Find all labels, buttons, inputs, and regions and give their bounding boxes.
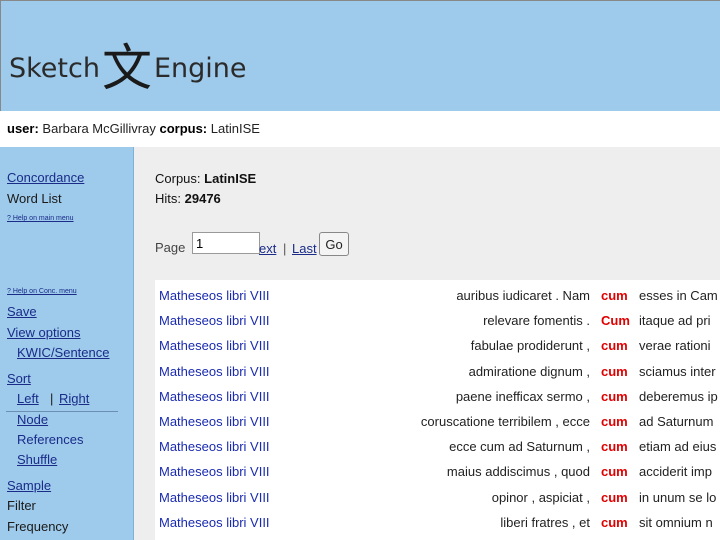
- doc-link[interactable]: Matheseos libri VIII: [159, 288, 270, 303]
- doc-link[interactable]: Matheseos libri VIII: [159, 338, 270, 353]
- kwic-keyword[interactable]: cum: [601, 439, 628, 454]
- sidebar: Concordance Word List ? Help on main men…: [0, 147, 134, 540]
- table-row: Matheseos libri VIII opinor , aspiciat , c…: [155, 482, 720, 507]
- concordance-table: Matheseos libri VIII auribus iudicaret . …: [155, 280, 720, 540]
- sort-separator: |: [50, 391, 54, 406]
- page-number-input[interactable]: [192, 232, 260, 254]
- user-label: user:: [7, 121, 39, 136]
- left-context: opinor , aspiciat ,: [491, 489, 590, 505]
- left-context: relevare fomentis .: [483, 313, 590, 329]
- kwic-keyword[interactable]: cum: [601, 414, 628, 429]
- sidebar-item-references[interactable]: References: [17, 432, 83, 447]
- left-context: fabulae prodiderunt ,: [470, 338, 590, 354]
- doc-link[interactable]: Matheseos libri VIII: [159, 414, 270, 429]
- table-row: Matheseos libri VIII fabulae prodiderunt …: [155, 330, 720, 355]
- sidebar-item-shuffle[interactable]: Shuffle: [17, 452, 57, 467]
- doc-link[interactable]: Matheseos libri VIII: [159, 515, 270, 530]
- kwic-keyword[interactable]: cum: [601, 288, 628, 303]
- page-label: Page: [155, 240, 186, 255]
- table-row: Matheseos libri VIII paene inefficax serm…: [155, 381, 720, 406]
- kwic-keyword[interactable]: cum: [601, 364, 628, 379]
- corpus-info-value: LatinISE: [204, 171, 257, 186]
- right-context: in unum se lo: [639, 489, 717, 505]
- left-context: paene inefficax sermo ,: [455, 388, 590, 404]
- table-row: Matheseos libri VIII ecce cum ad Saturnum…: [155, 431, 720, 456]
- user-name: Barbara McGillivray: [42, 121, 156, 136]
- sidebar-item-word-list[interactable]: Word List: [7, 191, 62, 206]
- doc-link[interactable]: Matheseos libri VIII: [159, 313, 270, 328]
- kwic-keyword[interactable]: cum: [601, 515, 628, 530]
- right-context: acciderit imp: [639, 464, 712, 480]
- right-context: etiam ad eius: [639, 439, 717, 455]
- sidebar-item-node[interactable]: Node: [17, 412, 48, 427]
- doc-link[interactable]: Matheseos libri VIII: [159, 389, 270, 404]
- sketch-engine-logo[interactable]: Sketch文Engine: [9, 39, 247, 97]
- help-conc-menu-link[interactable]: ? Help on Conc. menu: [7, 288, 77, 295]
- right-context: verae rationi: [639, 338, 711, 354]
- corpus-name: LatinISE: [210, 121, 260, 136]
- right-context: deberemus ip: [639, 388, 718, 404]
- corpus-label: corpus:: [159, 121, 208, 136]
- header-bar: Sketch文Engine: [0, 0, 720, 111]
- kwic-keyword[interactable]: cum: [601, 464, 628, 479]
- user-info-bar: user: Barbara McGillivray corpus: LatinI…: [0, 111, 720, 148]
- sidebar-item-view-options[interactable]: View options: [7, 325, 80, 340]
- left-context: liberi fratres , et: [500, 514, 590, 530]
- left-context: admiratione dignum ,: [468, 363, 590, 379]
- right-context: ad Saturnum: [639, 414, 714, 429]
- sidebar-item-sample[interactable]: Sample: [7, 478, 51, 493]
- pager-separator: |: [283, 241, 287, 256]
- right-context: itaque ad pri: [639, 313, 711, 329]
- table-row: Matheseos libri VIII liberi fratres , et c…: [155, 507, 720, 532]
- corpus-info: Corpus: LatinISE: [155, 171, 256, 186]
- logo-text-right: Engine: [153, 53, 247, 84]
- table-row: Matheseos libri VIII coruscatione terribi…: [155, 406, 720, 431]
- right-context: sciamus inter: [639, 363, 716, 379]
- sidebar-item-save[interactable]: Save: [7, 304, 37, 319]
- sidebar-item-kwic-sentence[interactable]: KWIC/Sentence: [17, 345, 110, 360]
- last-page-link[interactable]: Last: [292, 241, 317, 256]
- hits-info: Hits: 29476: [155, 191, 221, 206]
- sidebar-item-concordance[interactable]: Concordance: [7, 170, 84, 185]
- doc-link[interactable]: Matheseos libri VIII: [159, 464, 270, 479]
- left-context: maius addiscimus , quod: [446, 464, 590, 480]
- table-row: Matheseos libri VIII admiratione dignum ,…: [155, 356, 720, 381]
- right-context: esses in Cam: [639, 288, 718, 303]
- left-context: coruscatione terribilem , ecce: [420, 414, 590, 429]
- left-context: auribus iudicaret . Nam: [456, 288, 590, 303]
- right-context: sit omnium n: [639, 514, 713, 530]
- sidebar-item-sort[interactable]: Sort: [7, 371, 31, 386]
- sidebar-item-filter[interactable]: Filter: [7, 498, 36, 513]
- sidebar-item-sort-left[interactable]: Left: [17, 391, 39, 406]
- hits-value: 29476: [184, 191, 221, 206]
- kwic-keyword[interactable]: cum: [601, 389, 628, 404]
- help-main-menu-link[interactable]: ? Help on main menu: [7, 215, 74, 222]
- kwic-keyword[interactable]: cum: [601, 490, 628, 505]
- table-row: Matheseos libri VIII auribus iudicaret . …: [155, 280, 720, 305]
- corpus-info-label: Corpus:: [155, 171, 201, 186]
- sidebar-item-sort-right[interactable]: Right: [59, 391, 89, 406]
- doc-link[interactable]: Matheseos libri VIII: [159, 439, 270, 454]
- logo-text-left: Sketch: [9, 53, 100, 84]
- logo-glyph-icon: 文: [101, 39, 152, 97]
- doc-link[interactable]: Matheseos libri VIII: [159, 490, 270, 505]
- doc-link[interactable]: Matheseos libri VIII: [159, 364, 270, 379]
- kwic-keyword[interactable]: cum: [601, 338, 628, 353]
- table-row: Matheseos libri VIII relevare fomentis . C…: [155, 305, 720, 330]
- left-context: ecce cum ad Saturnum ,: [449, 439, 590, 455]
- next-page-link[interactable]: ext: [259, 241, 276, 256]
- kwic-keyword[interactable]: Cum: [601, 313, 630, 328]
- table-row: Matheseos libri VIII maius addiscimus , q…: [155, 456, 720, 481]
- go-button[interactable]: Go: [319, 232, 349, 256]
- hits-label: Hits:: [155, 191, 181, 206]
- sidebar-item-frequency[interactable]: Frequency: [7, 519, 68, 534]
